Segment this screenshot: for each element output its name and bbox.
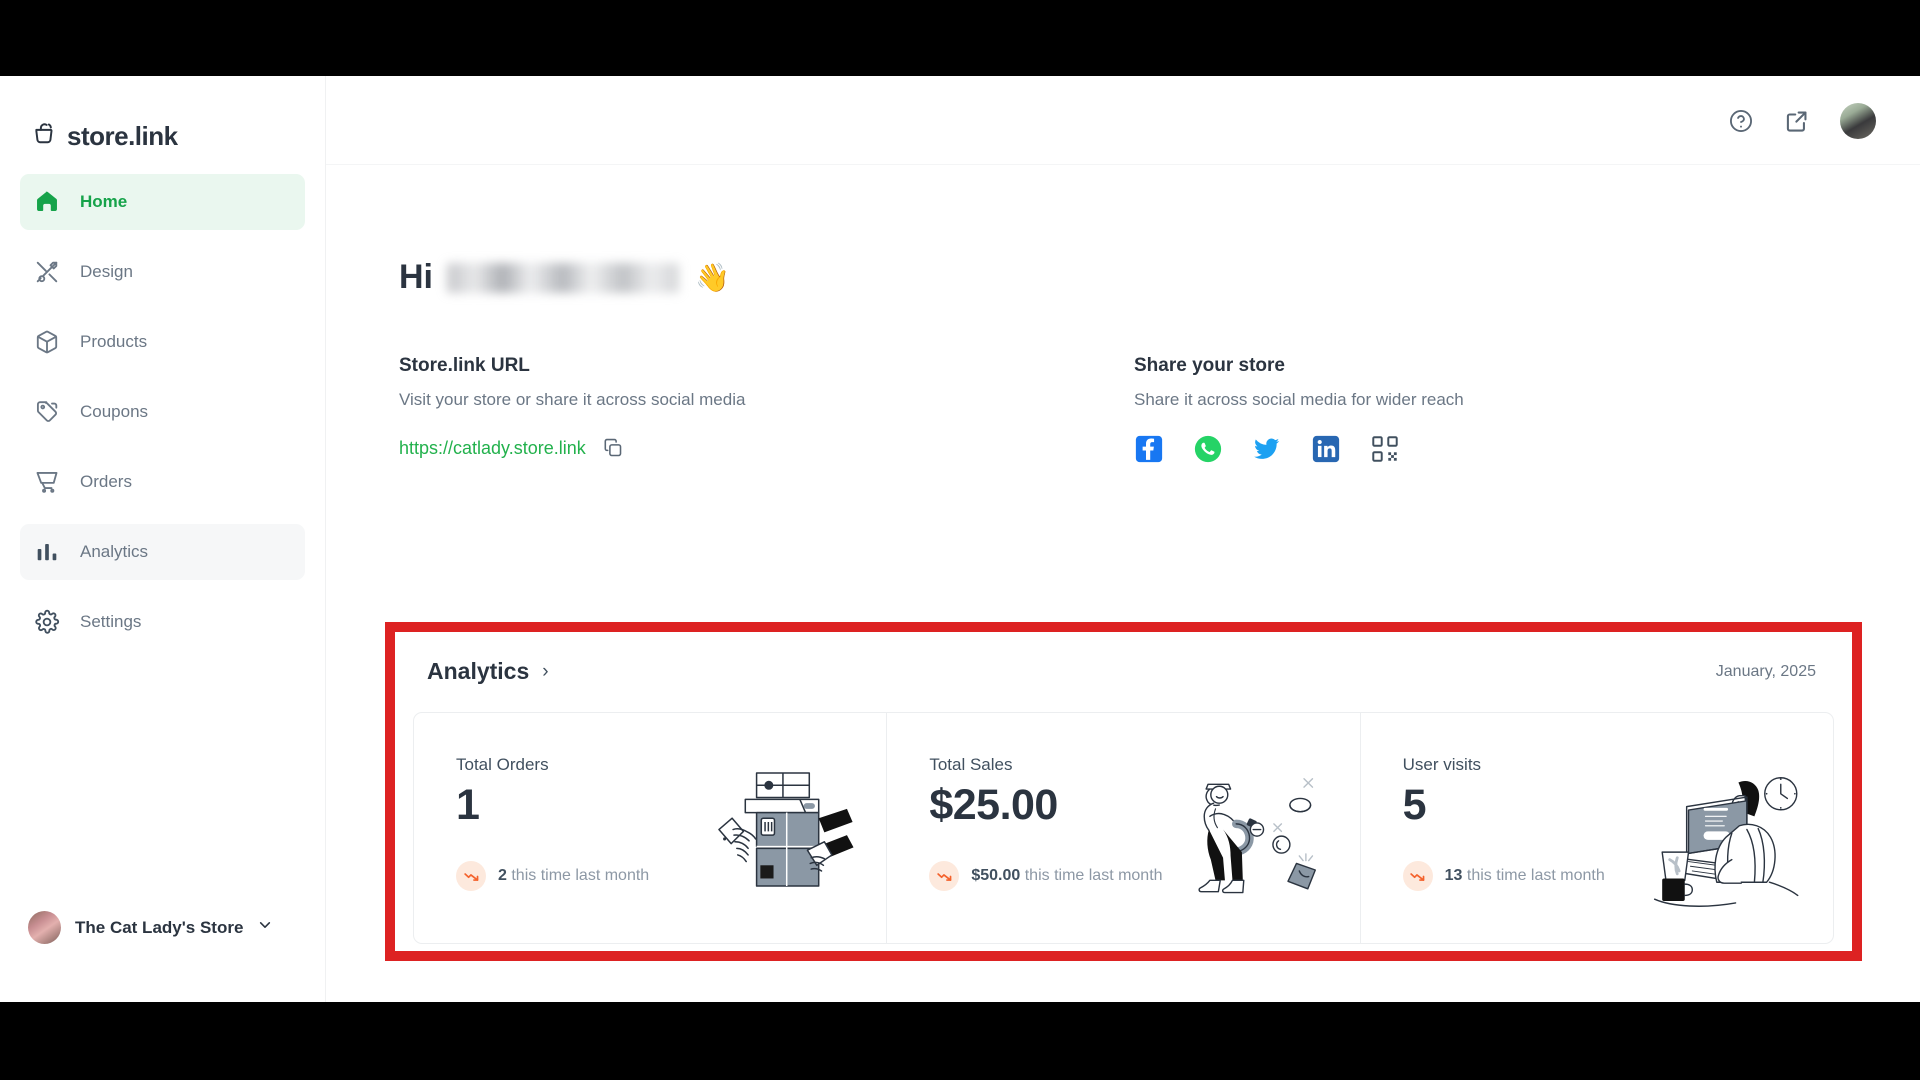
stat-compare-text: this time last month (511, 867, 650, 884)
design-icon (34, 259, 60, 285)
sidebar-item-label: Products (80, 332, 148, 351)
trend-down-icon (456, 861, 486, 891)
chevron-down-icon (257, 917, 273, 938)
stat-compare-text: this time last month (1466, 867, 1605, 884)
store-url-row: https://catlady.store.link (399, 437, 1134, 459)
sidebar: store.link Home Design Products Coupons … (0, 76, 326, 1002)
sidebar-item-label: Home (80, 192, 128, 211)
store-info-row: Store.link URL Visit your store or share… (326, 297, 1920, 464)
facebook-icon[interactable] (1134, 434, 1164, 464)
stat-compare-value: 13 (1444, 867, 1463, 884)
sidebar-nav: Home Design Products Coupons Orders Anal… (0, 174, 325, 650)
share-store-section: Share your store Share it across social … (1134, 355, 1464, 464)
user-name-redacted (447, 262, 679, 293)
store-switcher[interactable]: The Cat Lady's Store (0, 911, 326, 944)
linkedin-icon[interactable] (1311, 434, 1341, 464)
sidebar-item-label: Analytics (80, 542, 149, 561)
tag-icon (34, 399, 60, 425)
printer-hands-illustration (702, 763, 862, 913)
greeting: Hi 👋 (326, 165, 1920, 297)
gear-icon (34, 609, 60, 635)
stat-compare: 2 this time last month (498, 867, 649, 885)
stat-user-visits: User visits 5 13 this time last month (1361, 713, 1833, 943)
copy-icon[interactable] (602, 437, 624, 459)
store-url-subtitle: Visit your store or share it across soci… (399, 390, 746, 409)
page-title: Hi (399, 258, 433, 296)
store-url-link[interactable]: https://catlady.store.link (399, 438, 586, 459)
store-avatar (28, 911, 61, 944)
analytics-header: Analytics › January, 2025 (395, 632, 1852, 685)
share-subtitle: Share it across social media for wider r… (1134, 390, 1464, 409)
analytics-title: Analytics (427, 658, 530, 684)
whatsapp-icon[interactable] (1193, 434, 1223, 464)
app-viewport: store.link Home Design Products Coupons … (0, 76, 1920, 1002)
home-icon (34, 189, 60, 215)
share-channels (1134, 434, 1464, 464)
stats-card: Total Orders 1 2 this time last month To… (413, 712, 1834, 944)
store-url-section: Store.link URL Visit your store or share… (399, 355, 1134, 464)
twitter-icon[interactable] (1252, 434, 1282, 464)
chevron-right-icon: › (542, 660, 549, 682)
stat-trend: 13 this time last month (1402, 861, 1605, 891)
analytics-link[interactable]: Analytics › (427, 658, 549, 685)
stat-compare-text: this time last month (1024, 867, 1163, 884)
sidebar-item-orders[interactable]: Orders (20, 454, 305, 510)
avatar[interactable] (1840, 102, 1876, 139)
trend-down-icon (929, 861, 960, 891)
stat-compare-value: $50.00 (971, 867, 1021, 884)
sidebar-item-label: Orders (80, 472, 132, 491)
sidebar-item-analytics[interactable]: Analytics (20, 524, 305, 580)
stat-total-orders: Total Orders 1 2 this time last month (414, 713, 888, 943)
store-switcher-label: The Cat Lady's Store (75, 917, 244, 937)
sidebar-item-label: Design (80, 262, 133, 281)
header-actions (1728, 76, 1876, 165)
stat-compare: 13 this time last month (1445, 867, 1605, 885)
analytics-panel-highlight: Analytics › January, 2025 Total Orders 1 (385, 622, 1862, 961)
stat-compare-value: 2 (498, 867, 507, 884)
shopping-bag-icon (32, 121, 58, 152)
sidebar-item-label: Coupons (80, 402, 149, 421)
sidebar-item-home[interactable]: Home (20, 174, 305, 230)
stat-trend: 2 this time last month (456, 861, 649, 891)
stat-compare: $50.00 this time last month (971, 867, 1162, 885)
sidebar-item-label: Settings (80, 612, 142, 631)
trend-down-icon (1402, 861, 1433, 891)
main-content: Hi 👋 Store.link URL Visit your store or … (326, 165, 1920, 961)
top-header (326, 76, 1920, 165)
qr-code-icon[interactable] (1370, 434, 1400, 464)
wave-emoji: 👋 (695, 261, 730, 293)
stat-total-sales: Total Sales $25.00 $50.00 this time last… (887, 713, 1361, 943)
bar-chart-icon (34, 539, 60, 565)
sidebar-item-coupons[interactable]: Coupons (20, 384, 305, 440)
sidebar-item-products[interactable]: Products (20, 314, 305, 370)
sidebar-item-settings[interactable]: Settings (20, 594, 305, 650)
stat-trend: $50.00 this time last month (929, 861, 1163, 891)
magnet-money-illustration (1176, 763, 1336, 913)
sidebar-item-design[interactable]: Design (20, 244, 305, 300)
help-circle-icon[interactable] (1728, 108, 1754, 134)
analytics-date: January, 2025 (1715, 662, 1816, 680)
external-link-icon[interactable] (1784, 108, 1810, 134)
person-laptop-illustration (1649, 763, 1809, 913)
cart-icon (34, 469, 60, 495)
box-icon (34, 329, 60, 355)
share-title: Share your store (1134, 355, 1285, 376)
store-url-title: Store.link URL (399, 355, 530, 376)
brand-logo[interactable]: store.link (0, 76, 325, 164)
brand-name: store.link (67, 120, 178, 151)
